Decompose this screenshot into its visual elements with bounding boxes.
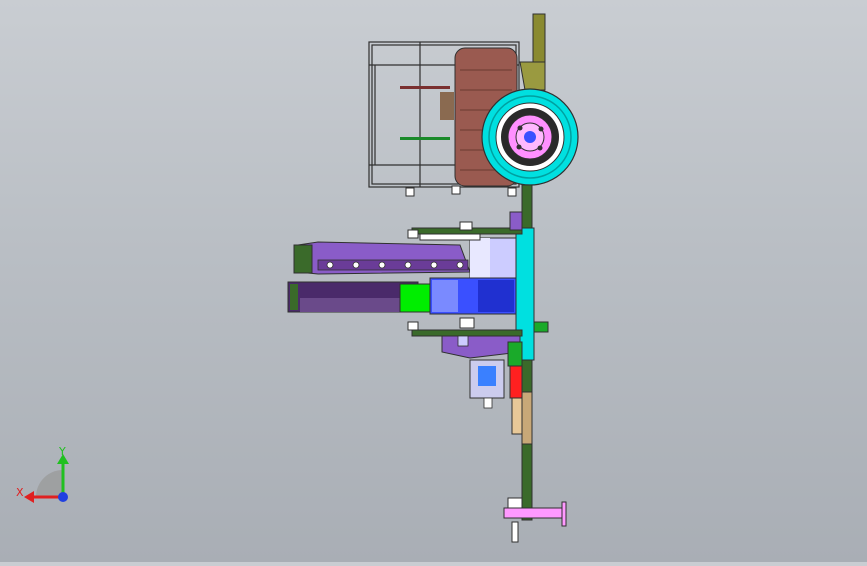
drum [429,277,517,315]
mower-lower [287,281,431,313]
side-pin [533,321,549,333]
gearbox [469,359,505,409]
bottom-bracket [503,497,567,543]
x-axis-label: X [16,486,24,499]
wheel [481,88,579,186]
z-axis-dot [58,492,68,502]
mower-upper [293,241,471,275]
top-mast [519,13,546,91]
cad-viewport[interactable]: Y X [0,0,867,562]
axis-triad: Y X [16,445,69,503]
upper-roller [469,237,517,279]
triad-sector [36,470,63,497]
assembly-drawing: Y X [16,13,579,543]
frame-rods [400,86,454,140]
y-axis-label: Y [58,445,66,458]
